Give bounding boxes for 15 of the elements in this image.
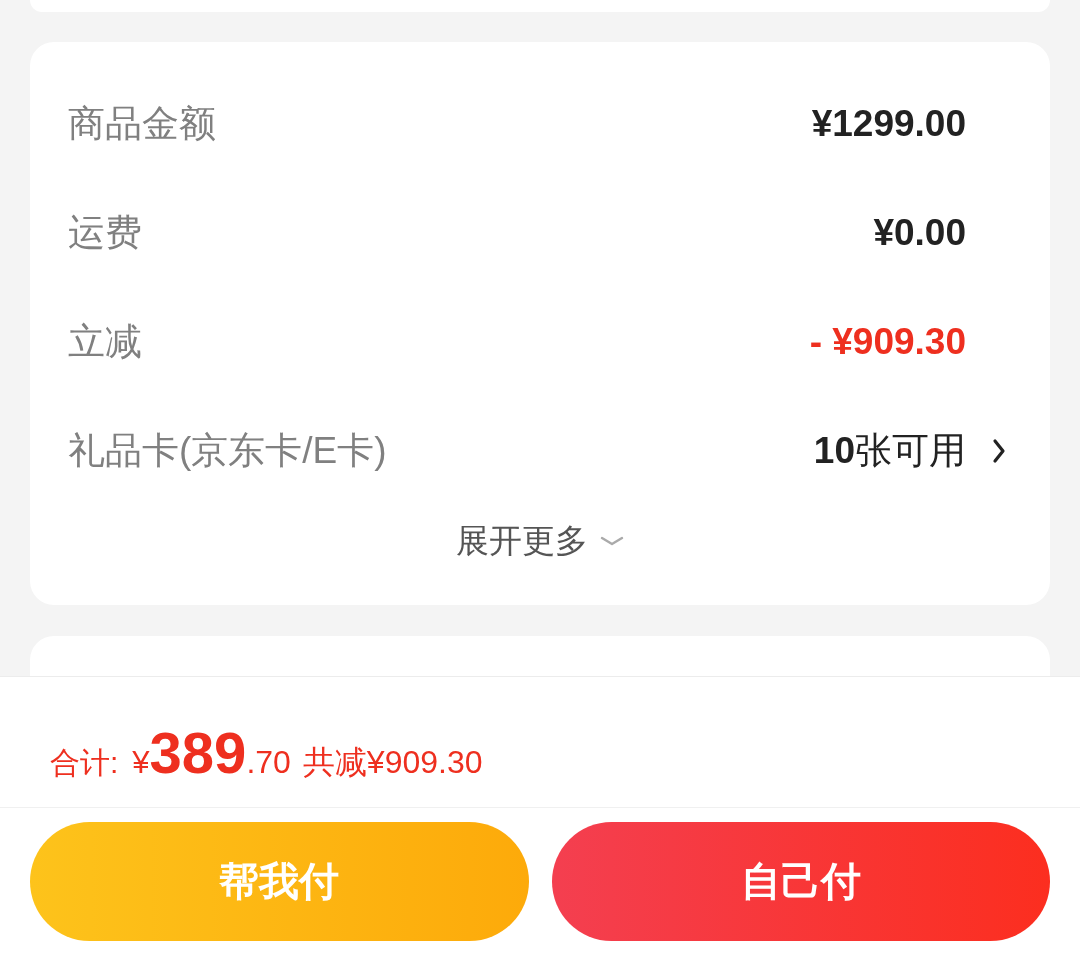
fee-label: 立减 [68, 319, 142, 364]
fee-label: 运费 [68, 210, 142, 255]
expand-more-button[interactable]: 展开更多 [456, 518, 624, 564]
chevron-down-icon [600, 536, 624, 546]
fee-label: 礼品卡(京东卡/E卡) [68, 428, 387, 473]
chevron-right-icon[interactable] [992, 437, 1006, 464]
total-saving: 共减¥909.30 [302, 743, 483, 782]
gift-card-count[interactable]: 10张可用 [813, 425, 966, 476]
fee-label: 商品金额 [68, 101, 216, 146]
pay-button[interactable]: 自己付 [551, 822, 1050, 941]
total-price: ¥389.70 [132, 719, 291, 786]
total-label: 合计: [50, 745, 119, 781]
amount-value: ¥0.00 [873, 211, 966, 254]
amount-value: ¥1299.00 [811, 102, 966, 145]
discount-value: - ¥909.30 [809, 320, 966, 363]
